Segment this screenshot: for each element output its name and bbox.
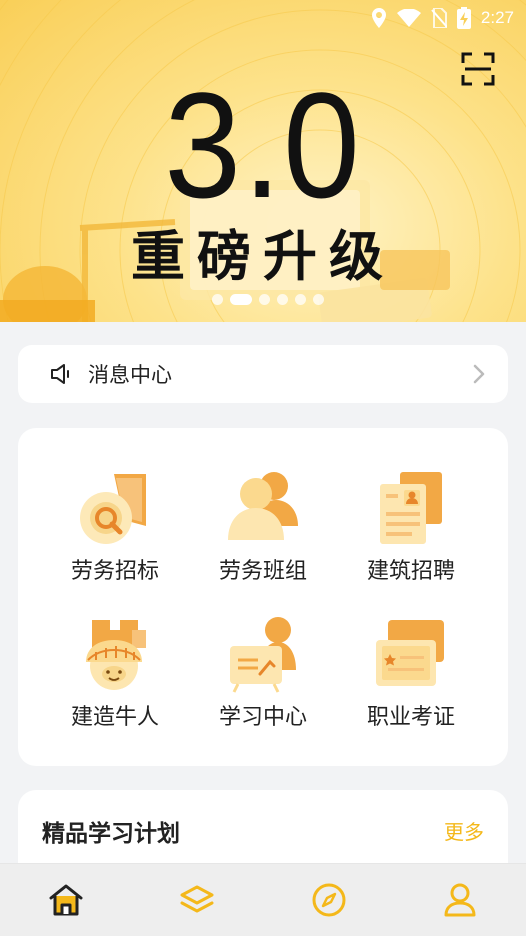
feature-labor-team[interactable]: 劳务班组 (188, 470, 338, 600)
feature-label: 劳务班组 (218, 559, 307, 584)
layers-icon (180, 885, 214, 913)
feature-label: 建造牛人 (70, 705, 159, 730)
home-icon (49, 884, 83, 916)
pagination-dot[interactable] (295, 294, 306, 305)
pagination-dot[interactable] (313, 294, 324, 305)
certificate-icon (376, 620, 444, 686)
feature-grid: 劳务招标 劳务班组 建筑招聘 建造牛人 学习中心 职业考证 (18, 428, 508, 766)
bottom-nav (0, 863, 526, 936)
feature-labor-tender[interactable]: 劳务招标 (40, 470, 190, 600)
pagination-dot[interactable] (212, 294, 223, 305)
status-time: 2:27 (480, 8, 514, 27)
nav-courses[interactable] (167, 870, 227, 930)
feature-professional-cert[interactable]: 职业考证 (336, 616, 486, 746)
status-bar: 2:27 (371, 6, 514, 30)
app-screen: 2:27 3.0 重磅升级 消息中心 劳务招标 劳务班组 建筑招聘 建造牛人 学… (0, 0, 526, 936)
banner-headline: 3.0 (164, 61, 362, 229)
pagination-dot[interactable] (277, 294, 288, 305)
nav-discover[interactable] (299, 870, 359, 930)
feature-builder-expert[interactable]: 建造牛人 (40, 616, 190, 746)
nav-profile[interactable] (430, 870, 490, 930)
feature-construction-recruit[interactable]: 建筑招聘 (336, 470, 486, 600)
feature-label: 劳务招标 (70, 559, 159, 584)
speaker-icon (51, 364, 69, 384)
feature-learning-center[interactable]: 学习中心 (188, 616, 338, 746)
wifi-icon (396, 9, 421, 27)
banner-pagination (212, 294, 324, 305)
teaching-board-icon (230, 617, 296, 693)
more-link[interactable]: 更多 (444, 816, 484, 845)
pagination-dot-active[interactable] (230, 294, 252, 305)
no-sim-icon (431, 8, 447, 28)
builder-avatar-icon (86, 620, 146, 690)
resume-card-icon (380, 472, 442, 544)
user-icon (444, 883, 476, 917)
nav-home[interactable] (36, 870, 96, 930)
pagination-dot[interactable] (259, 294, 270, 305)
study-plan-title: 精品学习计划 (42, 821, 180, 847)
message-center-label: 消息中心 (88, 363, 172, 387)
feature-label: 学习中心 (218, 705, 307, 730)
banner-subtitle: 重磅升级 (131, 225, 395, 288)
compass-icon (312, 883, 346, 917)
team-people-icon (228, 472, 298, 540)
feature-label: 职业考证 (366, 705, 455, 730)
chevron-right-icon (473, 364, 485, 384)
promo-banner[interactable]: 2:27 3.0 重磅升级 (0, 0, 526, 322)
battery-charging-icon (456, 7, 471, 29)
location-icon (371, 8, 386, 28)
message-center-bar[interactable]: 消息中心 (18, 345, 508, 403)
feature-label: 建筑招聘 (366, 559, 455, 584)
tender-search-icon (80, 474, 146, 544)
